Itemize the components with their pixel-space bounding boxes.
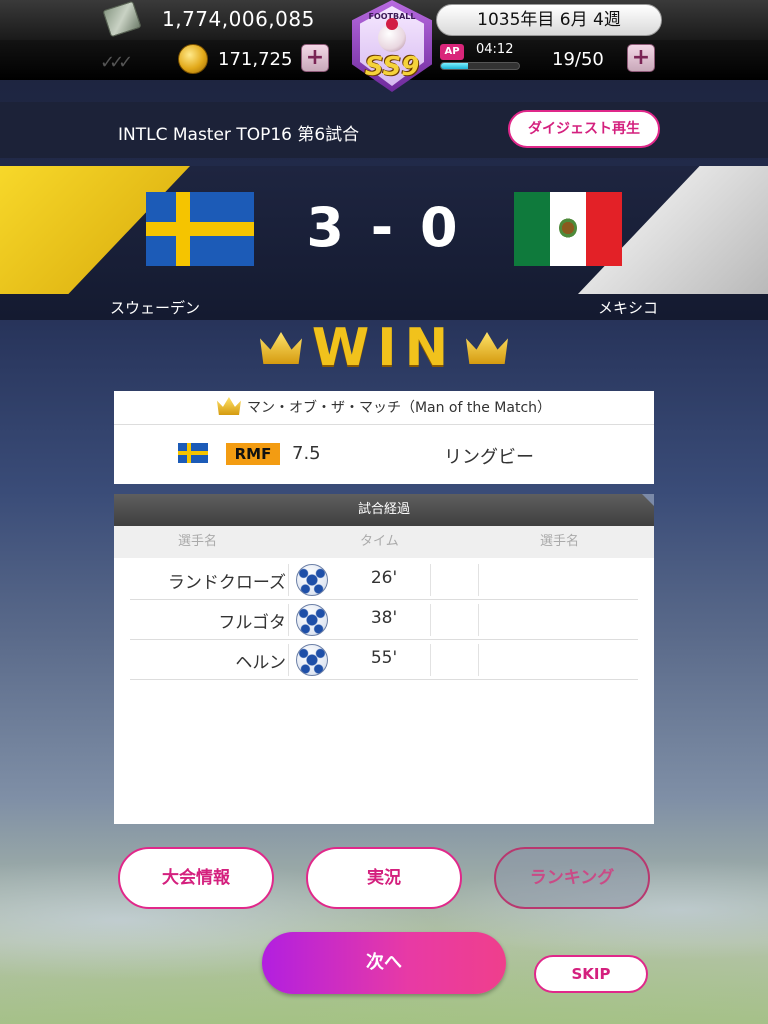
flag-stripe-green xyxy=(514,192,550,266)
away-team-name: メキシコ xyxy=(598,299,659,317)
goal-row: ランドクローズ 26' xyxy=(130,560,638,600)
goal-row: ヘルン 55' xyxy=(130,640,638,680)
crown-icon xyxy=(260,332,302,364)
next-button[interactable]: 次へ xyxy=(262,932,506,994)
game-date: 1035年目 6月 4週 xyxy=(436,4,662,36)
column-header-home-player: 選手名 xyxy=(178,526,218,558)
add-coins-button[interactable]: + xyxy=(301,44,329,72)
match-progress-card: 試合経過 選手名 タイム 選手名 ランドクローズ 26' フルゴタ 38' ヘル… xyxy=(114,494,654,824)
motm-header-label: マン・オブ・ザ・マッチ（Man of the Match） xyxy=(246,400,552,416)
match-title: INTLC Master TOP16 第6試合 xyxy=(118,125,360,145)
man-of-the-match-card: マン・オブ・ザ・マッチ（Man of the Match） RMF 7.5 リン… xyxy=(114,391,654,484)
digest-replay-button[interactable]: ダイジェスト再生 xyxy=(508,110,660,148)
flag-cross-horizontal xyxy=(146,222,254,236)
soccer-ball-icon xyxy=(296,644,328,676)
column-header-time: タイム xyxy=(360,526,399,558)
match-progress-header: 試合経過 xyxy=(114,494,654,526)
logo-ball-accent-icon xyxy=(386,18,398,30)
row-divider xyxy=(430,644,431,676)
result-win-text: WIN xyxy=(311,318,457,378)
home-team-name: スウェーデン xyxy=(110,299,201,317)
commentary-button[interactable]: 実況 xyxy=(306,847,462,909)
ap-badge: AP xyxy=(440,44,464,60)
match-score: 3 - 0 xyxy=(306,196,462,259)
row-divider xyxy=(430,604,431,636)
soccer-ball-icon xyxy=(296,604,328,636)
row-divider xyxy=(288,604,289,636)
ap-progress-fill xyxy=(441,63,469,69)
skip-button[interactable]: SKIP xyxy=(534,955,648,993)
ranking-button[interactable]: ランキング xyxy=(494,847,650,909)
coin-icon xyxy=(178,44,208,74)
position-badge: RMF xyxy=(226,443,280,465)
mexico-flag-icon xyxy=(514,192,622,266)
coin-value: 171,725 xyxy=(218,49,293,70)
add-ap-button[interactable]: + xyxy=(627,44,655,72)
crown-icon xyxy=(466,332,508,364)
goal-time: 55' xyxy=(370,648,398,668)
goal-time: 26' xyxy=(370,568,398,588)
goal-scorer: ヘルン xyxy=(235,653,286,673)
flag-stripe-red xyxy=(586,192,622,266)
tournament-info-button[interactable]: 大会情報 xyxy=(118,847,274,909)
row-divider xyxy=(430,564,431,596)
ap-count: 19/50 xyxy=(552,49,604,70)
ap-progress-bar xyxy=(440,62,520,70)
row-divider xyxy=(478,604,479,636)
sweden-flag-icon xyxy=(178,443,208,463)
sweden-flag-icon xyxy=(146,192,254,266)
motm-rating: 7.5 xyxy=(292,443,321,464)
goal-scorer: ランドクローズ xyxy=(167,573,286,593)
checkmark-icon: ✓✓✓ xyxy=(100,52,133,73)
goal-row: フルゴタ 38' xyxy=(130,600,638,640)
row-divider xyxy=(288,644,289,676)
column-header-away-player: 選手名 xyxy=(540,526,580,558)
money-value: 1,774,006,085 xyxy=(162,7,315,31)
crown-icon xyxy=(216,397,241,415)
logo-ss9-text: SS9 xyxy=(364,52,420,82)
goal-time: 38' xyxy=(370,608,398,628)
flag-cross-horizontal xyxy=(178,451,208,455)
motm-player-name[interactable]: リングビー xyxy=(444,443,534,469)
mexico-emblem-icon xyxy=(559,218,577,238)
motm-header: マン・オブ・ザ・マッチ（Man of the Match） xyxy=(114,391,654,425)
ap-timer: 04:12 xyxy=(476,42,514,57)
row-divider xyxy=(288,564,289,596)
goal-scorer: フルゴタ xyxy=(218,613,286,633)
soccer-ball-icon xyxy=(296,564,328,596)
row-divider xyxy=(478,564,479,596)
row-divider xyxy=(478,644,479,676)
flag-stripe-white xyxy=(550,192,586,266)
